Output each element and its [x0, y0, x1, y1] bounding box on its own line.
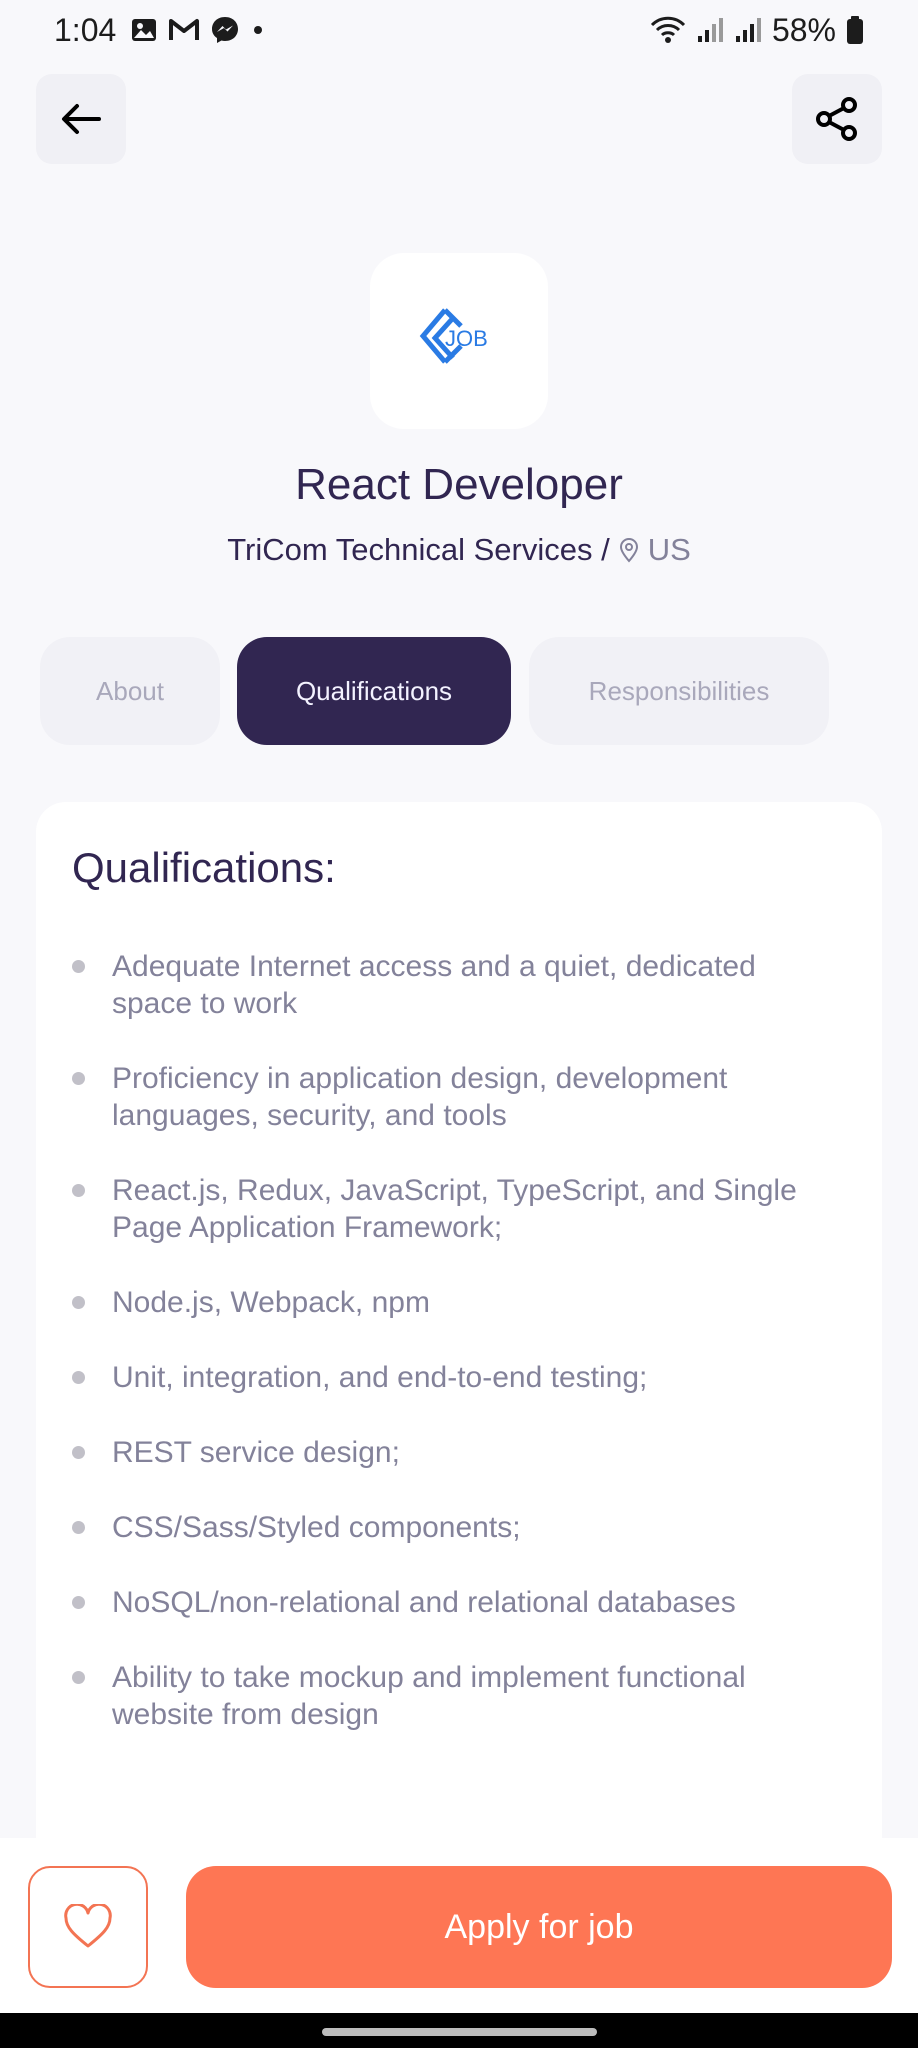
signal-icon: [697, 18, 723, 42]
heart-icon: [64, 1904, 112, 1948]
company-logo-card: JOB: [370, 253, 548, 429]
battery-percent: 58%: [771, 11, 836, 48]
tab-about[interactable]: About: [40, 637, 220, 745]
dot-icon: [254, 26, 263, 34]
company-row: TriCom Technical Services / US: [0, 532, 918, 568]
location-pin-icon: [619, 538, 638, 563]
like-button[interactable]: [28, 1866, 148, 1988]
job-title: React Developer: [295, 460, 623, 509]
status-time: 1:04: [54, 11, 117, 48]
gmail-icon: [169, 19, 200, 40]
gallery-icon: [132, 19, 157, 41]
list-item: CSS/Sass/Styled components;: [72, 1509, 846, 1546]
signal-icon: [735, 18, 761, 42]
bullet-icon: [72, 1446, 85, 1459]
list-item: REST service design;: [72, 1434, 846, 1471]
list-item: React.js, Redux, JavaScript, TypeScript,…: [72, 1172, 846, 1246]
list-item: Unit, integration, and end-to-end testin…: [72, 1359, 846, 1396]
section-title: Qualifications:: [72, 844, 336, 891]
logo-text: JOB: [445, 326, 488, 351]
battery-icon: [847, 16, 863, 44]
list-item: Ability to take mockup and implement fun…: [72, 1659, 846, 1733]
list-item: Adequate Internet access and a quiet, de…: [72, 948, 846, 1022]
job-location: US: [647, 532, 691, 567]
qualifications-list: Adequate Internet access and a quiet, de…: [72, 948, 846, 1733]
bullet-icon: [72, 960, 85, 973]
apply-button[interactable]: Apply for job: [186, 1866, 892, 1988]
bullet-icon: [72, 1521, 85, 1534]
bullet-icon: [72, 1184, 85, 1197]
bullet-icon: [72, 1671, 85, 1684]
list-item: NoSQL/non-relational and relational data…: [72, 1584, 846, 1621]
tab-responsibilities[interactable]: Responsibilities: [529, 637, 829, 745]
apply-label: Apply for job: [444, 1907, 634, 1946]
tab-label: Responsibilities: [588, 675, 770, 706]
tab-label: About: [96, 675, 164, 706]
status-bar: 1:04 58%: [0, 0, 918, 60]
footer: Apply for job: [0, 1838, 918, 2013]
messenger-icon: [212, 17, 239, 43]
tab-label: Qualifications: [295, 675, 453, 706]
share-button[interactable]: [792, 74, 882, 164]
company-logo: JOB: [419, 308, 488, 364]
arrow-left-icon: [62, 104, 101, 134]
system-nav-bar: [0, 2013, 918, 2048]
share-icon: [816, 97, 857, 141]
list-item: Proficiency in application design, devel…: [72, 1060, 846, 1134]
wifi-icon: [650, 16, 686, 43]
tab-qualifications[interactable]: Qualifications: [237, 637, 511, 745]
company-name: TriCom Technical Services /: [227, 532, 610, 567]
bullet-icon: [72, 1596, 85, 1609]
bullet-icon: [72, 1296, 85, 1309]
home-handle[interactable]: [322, 2028, 597, 2036]
back-button[interactable]: [36, 74, 126, 164]
bullet-icon: [72, 1072, 85, 1085]
list-item: Node.js, Webpack, npm: [72, 1284, 846, 1321]
bullet-icon: [72, 1371, 85, 1384]
